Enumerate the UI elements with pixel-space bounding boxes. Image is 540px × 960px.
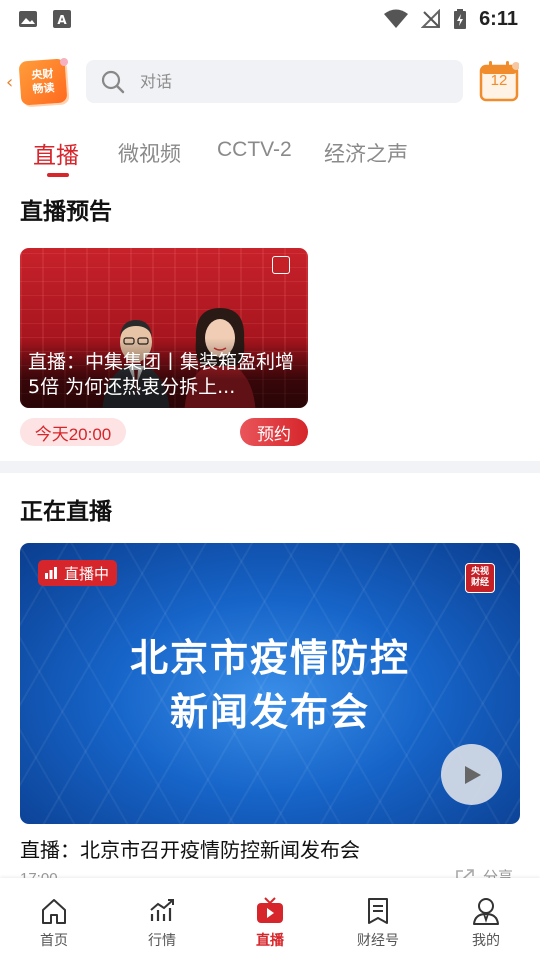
play-icon [464,765,481,784]
live-section-title: 正在直播 [20,499,112,525]
search-bar[interactable] [86,60,463,103]
logo-sparkle-icon [60,58,68,66]
live-banner-text: 北京市疫情防控 新闻发布会 [20,631,520,739]
preview-time-badge: 今天20:00 [20,418,126,446]
banner-line1: 北京市疫情防控 [129,636,410,680]
gallery-icon [19,11,37,27]
live-bars-icon [45,567,57,579]
status-time: 6:11 [479,7,518,30]
reserve-button[interactable]: 预约 [240,418,308,446]
nav-item-market[interactable]: 行情 [108,878,216,960]
battery-icon [454,9,467,29]
live-title[interactable]: 直播：北京市召开疫情防控新闻发布会 [20,834,360,863]
preview-card[interactable]: 直播：中集集团丨集装箱盈利增5倍 为何还热衷分拆上... [20,248,308,408]
nav-label-live: 直播 [256,933,284,949]
tab-economy-voice[interactable]: 经济之声 [324,138,408,168]
app-logo[interactable]: 央财 畅读 [18,58,68,106]
preview-card-title: 直播：中集集团丨集装箱盈利增5倍 为何还热衷分拆上... [28,351,295,398]
wifi-icon [384,9,409,28]
nav-label-profile: 我的 [472,933,500,949]
tab-micro-video[interactable]: 微视频 [118,138,181,168]
live-status-badge: 直播中 [38,560,118,586]
profile-icon [473,898,499,925]
no-signal-icon [421,9,441,28]
calendar-day: 12 [490,72,508,89]
nav-label-home: 首页 [40,933,68,949]
section-divider [0,461,540,473]
tab-cctv2[interactable]: CCTV-2 [217,138,292,162]
search-icon [101,70,125,93]
nav-item-live[interactable]: 直播 [216,878,324,960]
preview-section-title: 直播预告 [20,199,112,225]
svg-text:A: A [57,13,67,27]
play-button[interactable] [441,744,502,805]
nav-item-finance-account[interactable]: 财经号 [324,878,432,960]
home-icon [42,899,66,924]
lc-logo-line2: 财经 [470,578,489,588]
status-bar: A 6:11 [0,0,540,38]
live-video-card[interactable]: 直播中 央视 财经 北京市疫情防控 新闻发布会 [20,543,520,824]
cctv-finance-logo: 央视 财经 [465,563,495,593]
lc-logo-line1: 央视 [470,567,489,577]
logo-text-line2: 畅读 [32,81,55,96]
nav-item-home[interactable]: 首页 [0,878,108,960]
chart-icon [150,899,174,921]
nav-item-profile[interactable]: 我的 [432,878,540,960]
back-chevron-icon[interactable]: ‹ [6,72,13,93]
banner-line2: 新闻发布会 [169,690,370,734]
font-icon: A [53,10,71,28]
channel-logo-icon [272,256,290,274]
tv-icon [257,897,283,923]
live-badge-label: 直播中 [64,564,110,583]
nav-label-market: 行情 [148,933,176,949]
book-icon [368,898,388,924]
header: ‹ 央财 畅读 12 [0,52,540,112]
search-input[interactable] [140,72,440,91]
tab-live[interactable]: 直播 [33,136,79,170]
nav-label-finance-account: 财经号 [357,933,399,949]
channel-tabs: 直播 微视频 CCTV-2 经济之声 [0,128,540,180]
active-tab-indicator [47,173,69,177]
bottom-nav: 首页 行情 直播 财经号 我的 [0,878,540,960]
